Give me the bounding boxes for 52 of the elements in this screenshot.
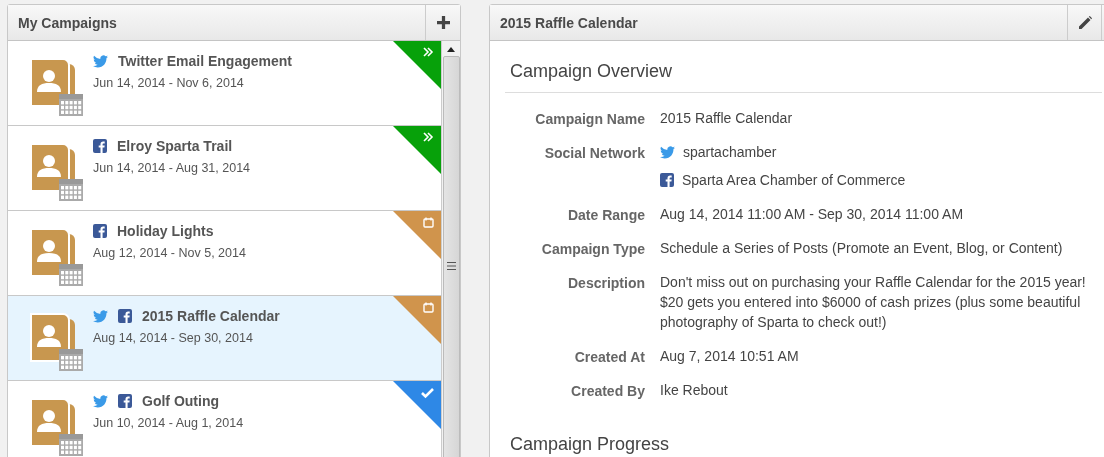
facebook-icon (118, 309, 132, 323)
campaign-title: Golf Outing (142, 393, 219, 409)
calendar-icon (423, 301, 434, 313)
field-value: 2015 Raffle Calendar (660, 109, 793, 128)
grip-icon (446, 261, 456, 270)
calendar-icon (423, 216, 434, 228)
field-label: Created By (570, 383, 645, 400)
campaign-item[interactable]: Twitter Email Engagement Jun 14, 2014 - Nov 6, 2014 (8, 41, 441, 126)
campaign-dates: Jun 10, 2014 - Aug 1, 2014 (93, 416, 244, 430)
facebook-icon (93, 224, 107, 238)
campaign-dates: Jun 14, 2014 - Nov 6, 2014 (93, 76, 245, 90)
field-label: Date Range (566, 207, 645, 224)
facebook-icon (93, 139, 107, 153)
scroll-up-icon (447, 47, 455, 52)
campaign-dates: Aug 12, 2014 - Nov 5, 2014 (93, 246, 246, 260)
field-label: Campaign Name (534, 111, 645, 128)
twitter-bird-icon (660, 145, 675, 159)
double-chevron-icon (423, 47, 434, 57)
facebook-icon (660, 173, 674, 187)
campaign-title: Elroy Sparta Trail (117, 138, 233, 154)
campaign-title: 2015 Raffle Calendar (142, 308, 280, 324)
field-value: Aug 14, 2014 11:00 AM - Sep 30, 2014 11:00 AM (660, 205, 964, 224)
twitter-bird-icon (93, 394, 108, 408)
double-chevron-icon (423, 132, 434, 142)
panel-title: 2015 Raffle Calendar (499, 14, 638, 31)
field-label: Campaign Type (540, 241, 645, 258)
field-value: Ike Rebout (660, 381, 728, 400)
field-value: spartachamber (683, 143, 777, 162)
field-value: Aug 7, 2014 10:51 AM (660, 347, 799, 366)
panel-title: My Campaigns (17, 14, 117, 31)
section-heading: Campaign Progress (510, 434, 671, 455)
twitter-bird-icon (93, 309, 108, 323)
campaign-dates: Aug 14, 2014 - Sep 30, 2014 (93, 331, 254, 345)
campaign-dates: Jun 14, 2014 - Aug 31, 2014 (93, 161, 251, 175)
campaign-item[interactable]: Elroy Sparta Trail Jun 14, 2014 - Aug 31, 2014 (8, 126, 441, 211)
campaign-title: Twitter Email Engagement (118, 53, 292, 69)
campaign-title: Holiday Lights (117, 223, 214, 239)
check-icon (421, 388, 434, 399)
plus-icon (436, 16, 450, 29)
field-value: Schedule a Series of Posts (Promote an Event, Blog, or Content) (660, 239, 1063, 258)
edit-button[interactable] (1067, 5, 1102, 40)
twitter-bird-icon (93, 54, 108, 68)
field-label: Social Network (543, 145, 645, 163)
pencil-icon (1077, 15, 1092, 30)
campaign-item[interactable]: Holiday Lights Aug 12, 2014 - Nov 5, 2014 (8, 211, 441, 296)
field-label: Description (567, 275, 645, 293)
field-value: Don't miss out on purchasing your Raffle Calendar for the 2015 year! $20 gets you entered into $6000 of cash prizes (plus some beautiful photography of Sparta to check out!) (660, 273, 1087, 332)
field-label: Created At (573, 349, 645, 366)
campaign-item[interactable]: 2015 Raffle Calendar Aug 14, 2014 - Sep 30, 2014 (8, 296, 441, 381)
section-heading: Campaign Overview (510, 61, 674, 82)
facebook-icon (118, 394, 132, 408)
field-value: Sparta Area Chamber of Commerce (682, 171, 906, 190)
